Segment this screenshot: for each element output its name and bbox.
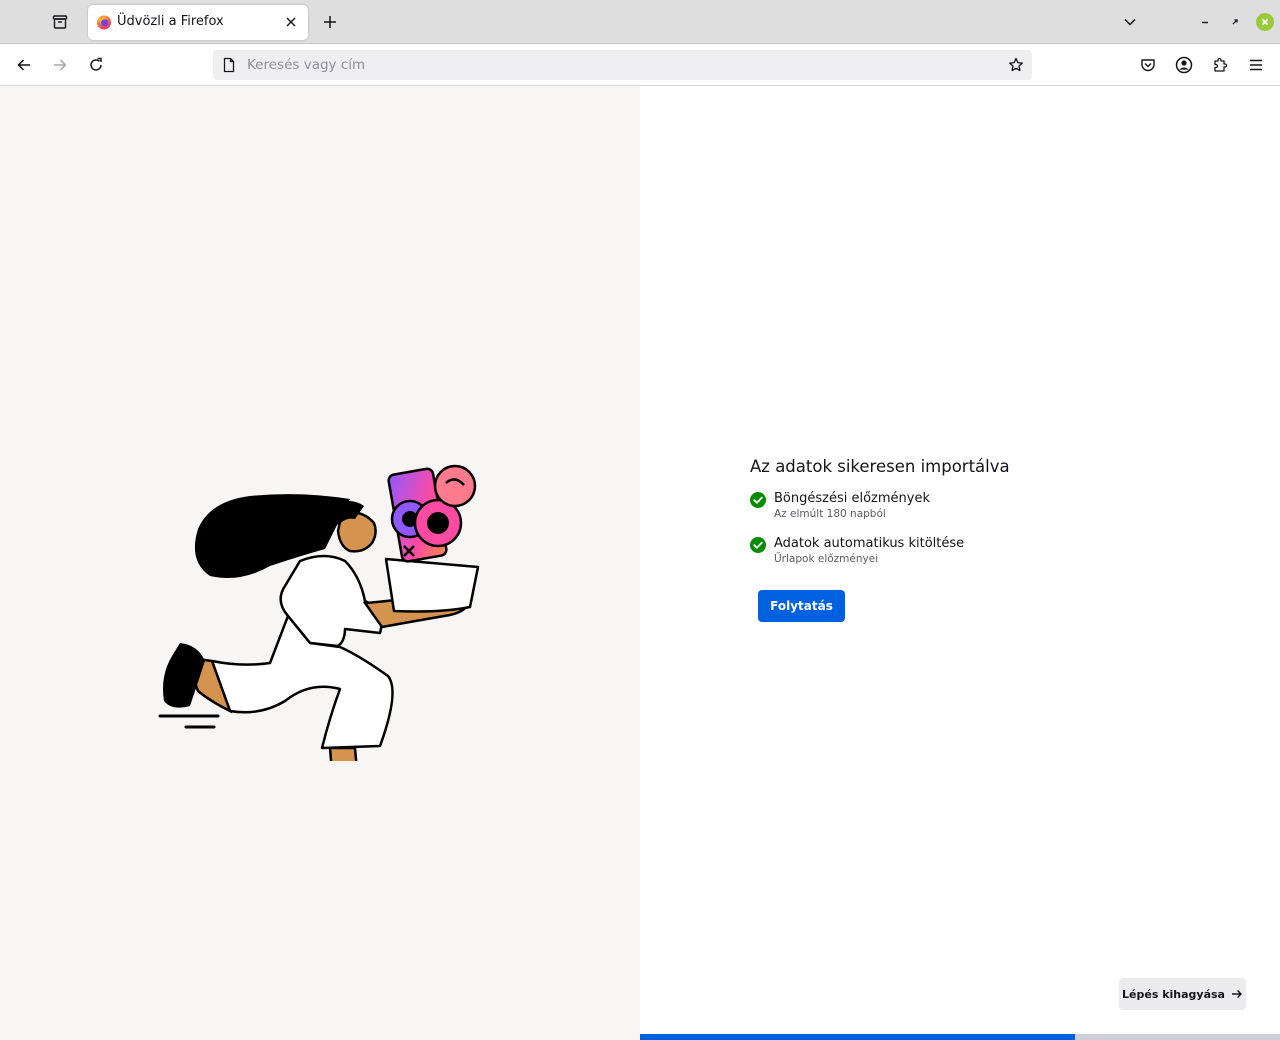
imported-item-label: Böngészési előzmények — [774, 491, 930, 506]
forward-button[interactable] — [46, 51, 74, 79]
import-success-title: Az adatok sikeresen importálva — [750, 457, 1010, 476]
window-close-button[interactable] — [1256, 13, 1274, 31]
new-tab-button[interactable] — [316, 8, 344, 36]
skip-step-label: Lépés kihagyása — [1122, 987, 1225, 1001]
imported-item-sublabel: Az elmúlt 180 napból — [774, 508, 886, 520]
check-circle-icon — [750, 492, 766, 508]
address-bar[interactable] — [213, 50, 1032, 80]
reload-button[interactable] — [82, 51, 110, 79]
tab-title: Üdvözli a Firefox — [117, 14, 224, 29]
onboarding-progress-bar — [640, 1034, 1280, 1040]
window-restore-button[interactable] — [1226, 13, 1244, 31]
tab-strip: Üdvözli a Firefox — [0, 0, 1280, 44]
reload-icon — [90, 57, 102, 71]
close-icon — [286, 17, 296, 27]
arrow-left-icon — [17, 59, 30, 71]
imported-item-history: Böngészési előzmények Az elmúlt 180 napb… — [750, 491, 1150, 525]
tab-close-button[interactable] — [282, 13, 300, 31]
arrow-right-icon — [1231, 990, 1242, 998]
extensions-button[interactable] — [1206, 51, 1234, 79]
list-all-tabs-button[interactable] — [1116, 8, 1144, 36]
page-content: Az adatok sikeresen importálva Böngészés… — [0, 86, 1280, 1040]
close-icon — [1261, 18, 1269, 26]
app-menu-button[interactable] — [1242, 51, 1270, 79]
skateboarder-illustration — [158, 464, 480, 761]
account-icon — [1175, 56, 1193, 74]
tab-welcome[interactable]: Üdvözli a Firefox — [88, 5, 308, 40]
page-icon — [223, 57, 235, 73]
check-circle-icon — [750, 537, 766, 553]
imported-item-sublabel: Űrlapok előzményei — [774, 553, 879, 565]
arrow-right-icon — [54, 59, 67, 71]
minimize-icon — [1202, 21, 1208, 24]
imported-item-autofill: Adatok automatikus kitöltése Űrlapok elő… — [750, 536, 1150, 570]
illustration-panel — [0, 86, 640, 1040]
pocket-button[interactable] — [1134, 51, 1162, 79]
firefox-logo-icon — [97, 15, 111, 30]
star-icon — [1009, 57, 1023, 72]
chevron-down-icon — [1124, 18, 1136, 26]
tab-overview-button[interactable] — [44, 8, 76, 36]
bookmark-star-button[interactable] — [1006, 55, 1026, 75]
hamburger-menu-icon — [1250, 59, 1262, 71]
onboarding-progress-fill — [640, 1034, 1076, 1040]
navigation-toolbar — [0, 45, 1280, 86]
back-button[interactable] — [10, 51, 38, 79]
imported-item-label: Adatok automatikus kitöltése — [774, 536, 965, 551]
restore-icon — [1232, 19, 1238, 25]
continue-button[interactable]: Folytatás — [758, 590, 845, 622]
pocket-icon — [1141, 59, 1155, 72]
account-button[interactable] — [1170, 51, 1198, 79]
tab-overview-icon — [52, 15, 68, 29]
window-minimize-button[interactable] — [1196, 13, 1214, 31]
plus-icon — [324, 16, 336, 28]
skip-step-button[interactable]: Lépés kihagyása — [1119, 978, 1246, 1010]
address-input[interactable] — [247, 54, 987, 76]
puzzle-icon — [1214, 57, 1228, 72]
import-result-panel: Az adatok sikeresen importálva Böngészés… — [640, 86, 1280, 1040]
